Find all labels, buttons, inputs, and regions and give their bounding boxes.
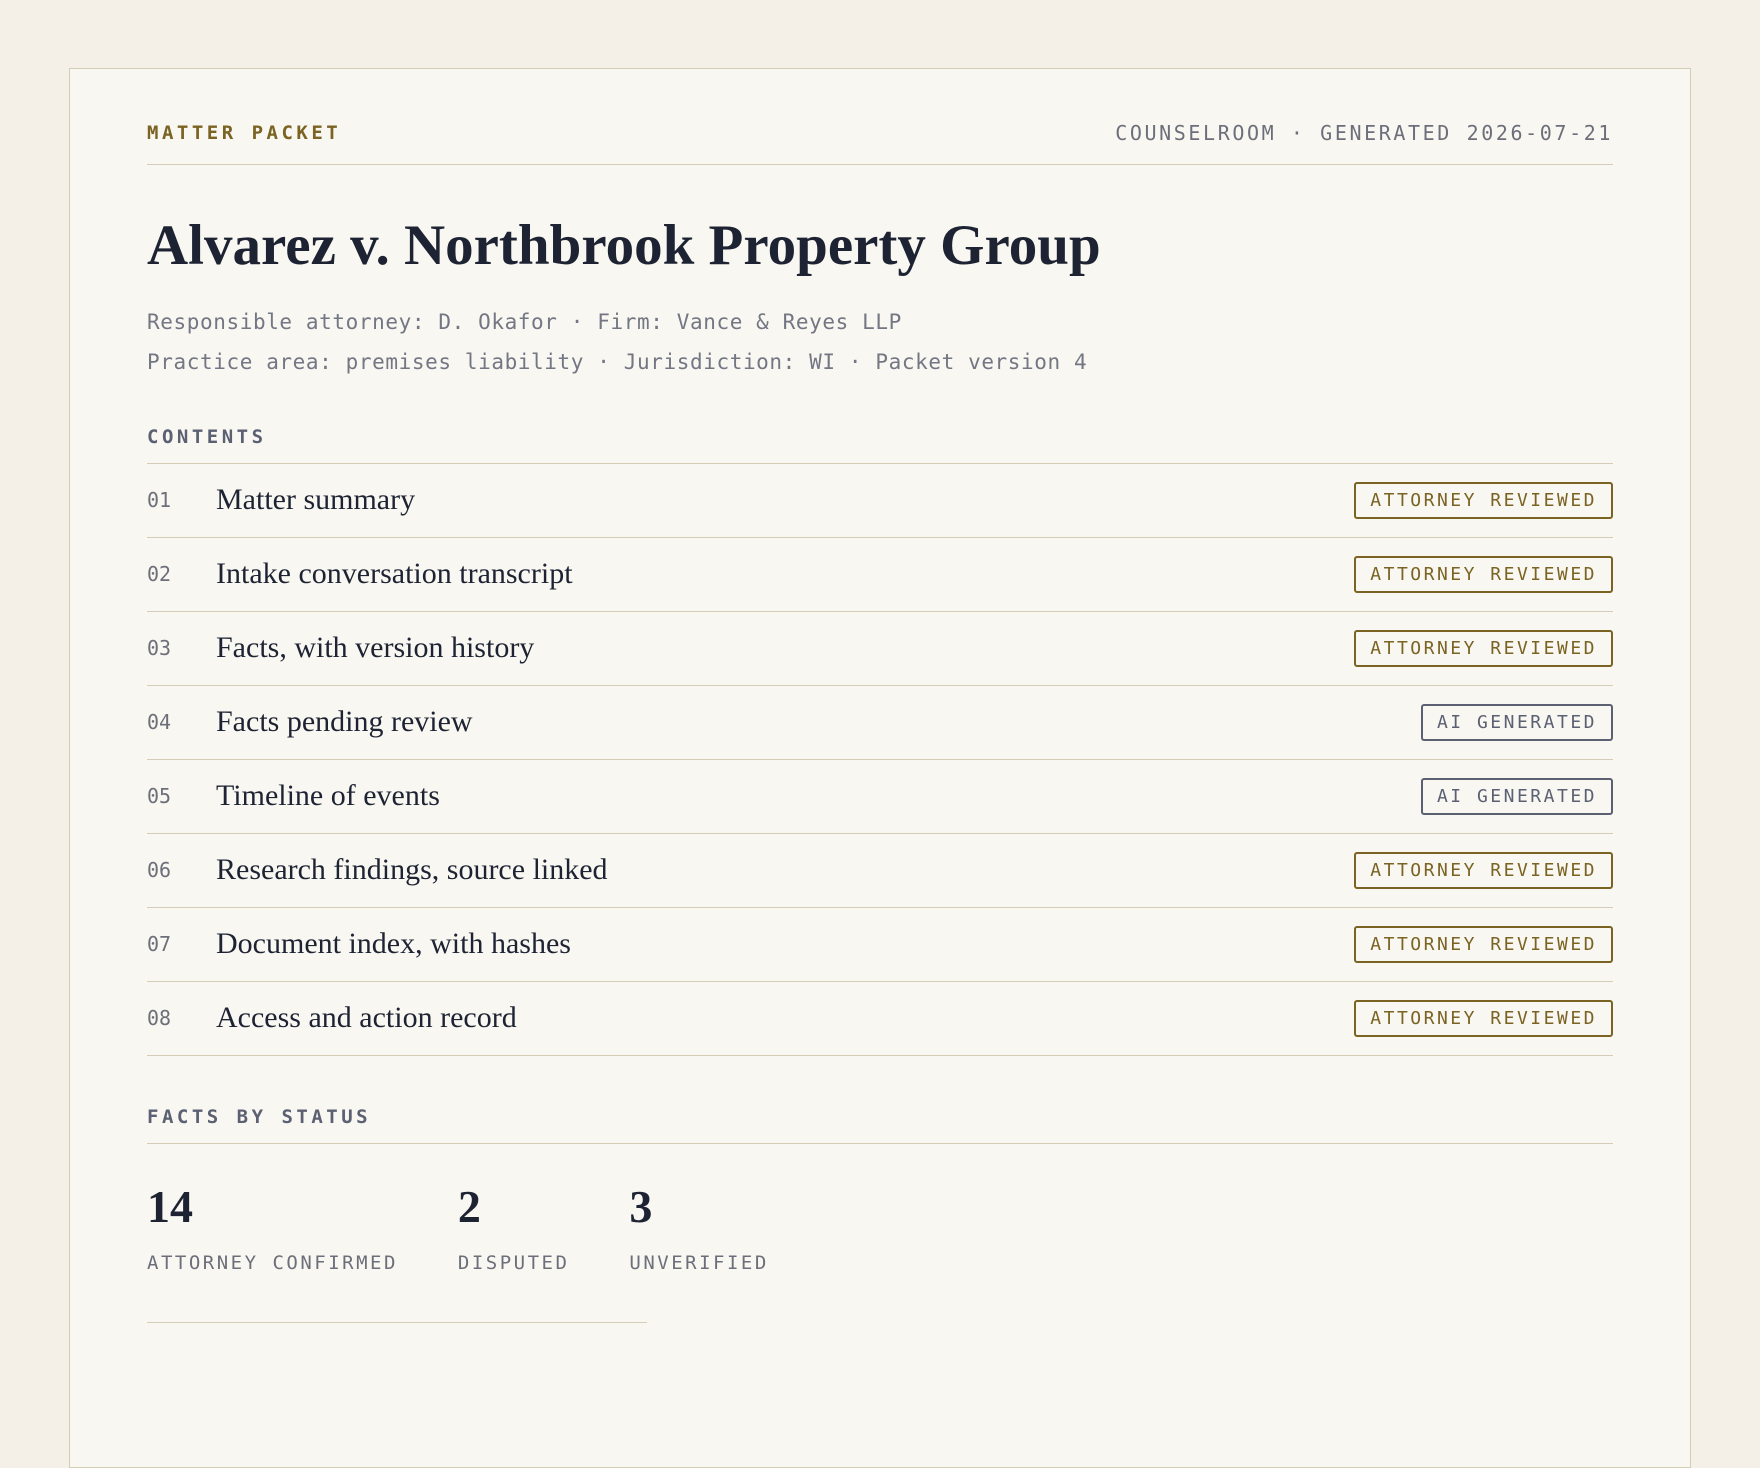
stat-label: UNVERIFIED — [629, 1251, 769, 1274]
packet-eyebrow: MATTER PACKET — [147, 121, 342, 144]
matter-title: Alvarez v. Northbrook Property Group — [147, 214, 1101, 277]
contents-item[interactable]: 03 Facts, with version history ATTORNEY … — [147, 612, 1613, 686]
contents-item-title[interactable]: Matter summary — [216, 483, 1354, 517]
contents-item-title[interactable]: Research findings, source linked — [216, 853, 1354, 887]
contents-item-title[interactable]: Facts, with version history — [216, 631, 1354, 665]
stat-label: ATTORNEY CONFIRMED — [147, 1251, 398, 1274]
meta-line-practice: Practice area: premises liability · Juri… — [147, 349, 1088, 374]
contents-item[interactable]: 06 Research findings, source linked ATTO… — [147, 834, 1613, 908]
contents-list: 01 Matter summary ATTORNEY REVIEWED 02 I… — [147, 464, 1613, 1056]
contents-item-number: 05 — [147, 784, 172, 809]
status-badge: ATTORNEY REVIEWED — [1354, 851, 1613, 889]
stat-value: 2 — [457, 1180, 481, 1232]
contents-item-title[interactable]: Access and action record — [216, 1001, 1354, 1035]
contents-item-number: 06 — [147, 858, 172, 883]
contents-item-number: 03 — [147, 636, 172, 661]
contents-item[interactable]: 04 Facts pending review AI GENERATED — [147, 686, 1613, 760]
contents-item-number: 04 — [147, 710, 172, 735]
stat-attorney-confirmed: 14 ATTORNEY CONFIRMED — [147, 1180, 398, 1274]
status-badge: AI GENERATED — [1420, 777, 1613, 815]
stat-value: 3 — [629, 1180, 653, 1232]
contents-item-number: 07 — [147, 932, 172, 957]
divider — [147, 1321, 647, 1323]
stat-value: 14 — [147, 1180, 193, 1232]
contents-item-title[interactable]: Intake conversation transcript — [216, 557, 1354, 591]
status-badge: ATTORNEY REVIEWED — [1354, 999, 1613, 1037]
status-badge: ATTORNEY REVIEWED — [1354, 481, 1613, 519]
generated-info: COUNSELROOM · GENERATED 2026-07-21 — [1115, 120, 1613, 145]
status-badge: ATTORNEY REVIEWED — [1354, 925, 1613, 963]
stat-unverified: 3 UNVERIFIED — [629, 1180, 769, 1274]
contents-item[interactable]: 05 Timeline of events AI GENERATED — [147, 760, 1613, 834]
contents-item-number: 01 — [147, 488, 172, 513]
status-badge: AI GENERATED — [1420, 703, 1613, 741]
contents-item-number: 08 — [147, 1006, 172, 1031]
contents-item-title[interactable]: Document index, with hashes — [216, 927, 1354, 961]
meta-line-attorney: Responsible attorney: D. Okafor · Firm: … — [147, 309, 902, 334]
stat-label: DISPUTED — [457, 1251, 570, 1274]
stat-disputed: 2 DISPUTED — [457, 1180, 570, 1274]
contents-item[interactable]: 02 Intake conversation transcript ATTORN… — [147, 538, 1613, 612]
status-badge: ATTORNEY REVIEWED — [1354, 629, 1613, 667]
contents-item-title[interactable]: Timeline of events — [216, 779, 1421, 813]
contents-item[interactable]: 07 Document index, with hashes ATTORNEY … — [147, 908, 1613, 982]
contents-item[interactable]: 01 Matter summary ATTORNEY REVIEWED — [147, 464, 1613, 538]
facts-by-status-heading: FACTS BY STATUS — [147, 1106, 1613, 1144]
contents-item[interactable]: 08 Access and action record ATTORNEY REV… — [147, 982, 1613, 1056]
matter-packet: MATTER PACKET COUNSELROOM · GENERATED 20… — [69, 68, 1691, 1468]
contents-heading: CONTENTS — [147, 426, 1613, 464]
facts-stats: 14 ATTORNEY CONFIRMED 2 DISPUTED 3 UNVER… — [147, 1180, 1613, 1274]
contents-item-title[interactable]: Facts pending review — [216, 705, 1421, 739]
matter-meta: Responsible attorney: D. Okafor · Firm: … — [147, 302, 1613, 382]
contents-item-number: 02 — [147, 562, 172, 587]
packet-header: MATTER PACKET COUNSELROOM · GENERATED 20… — [147, 69, 1613, 165]
status-badge: ATTORNEY REVIEWED — [1354, 555, 1613, 593]
